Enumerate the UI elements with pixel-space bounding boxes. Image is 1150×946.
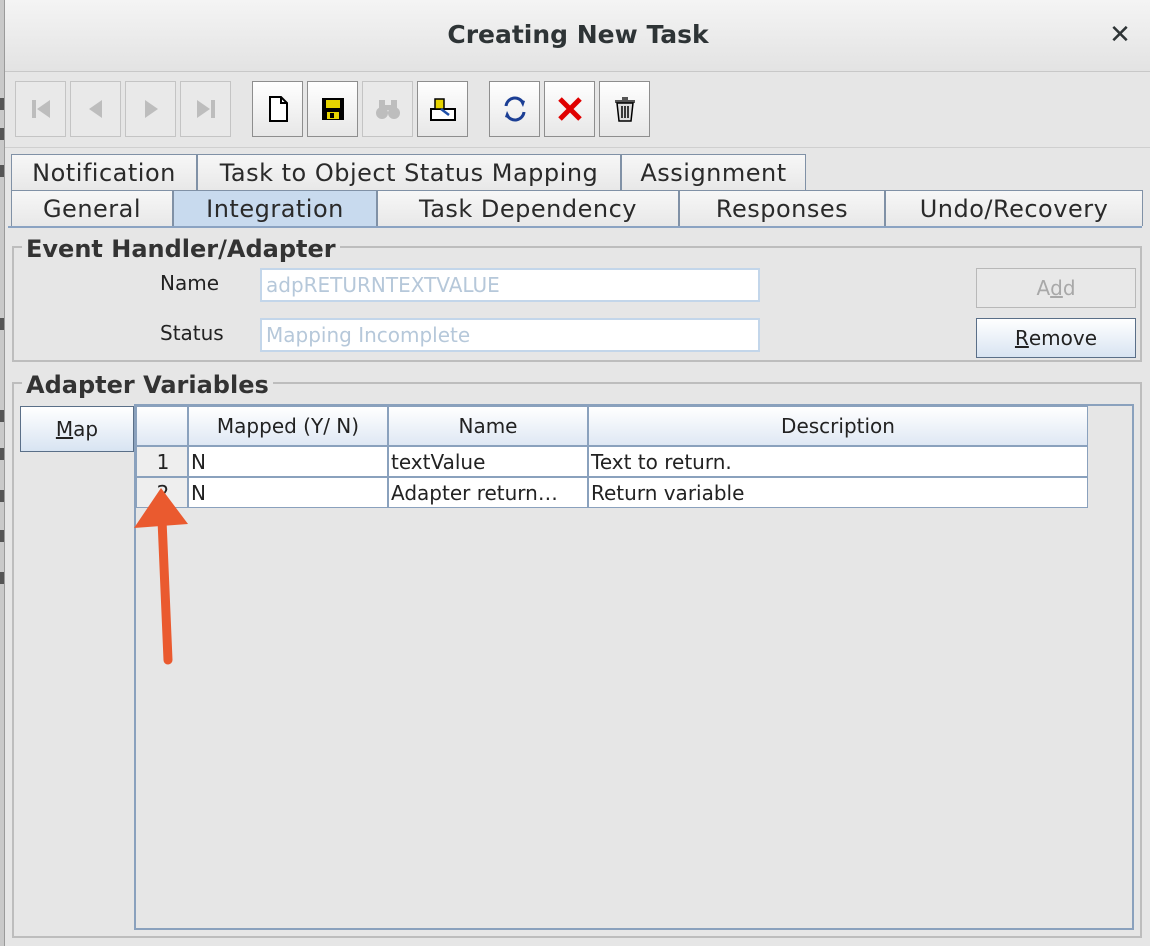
delete-button[interactable] bbox=[599, 81, 650, 137]
new-document-icon bbox=[268, 96, 288, 122]
tab-general[interactable]: General bbox=[11, 190, 173, 226]
name-column-header[interactable]: Name bbox=[388, 406, 588, 446]
tab-responses[interactable]: Responses bbox=[679, 190, 885, 226]
adapter-name-field[interactable]: adpRETURNTEXTVALUE bbox=[260, 268, 760, 302]
tab-integration[interactable]: Integration bbox=[173, 190, 377, 226]
previous-record-button[interactable] bbox=[70, 81, 121, 137]
trash-icon bbox=[614, 97, 635, 122]
last-record-button[interactable] bbox=[180, 81, 231, 137]
name-label: Name bbox=[160, 271, 220, 295]
adapter-variables-title: Adapter Variables bbox=[22, 371, 273, 399]
row-number-header bbox=[136, 406, 188, 446]
cancel-button[interactable] bbox=[544, 81, 595, 137]
event-handler-title: Event Handler/Adapter bbox=[22, 235, 340, 263]
last-record-icon bbox=[196, 100, 215, 118]
assign-button[interactable] bbox=[417, 81, 468, 137]
tab-strip-divider bbox=[8, 226, 1142, 228]
adapter-status-field[interactable]: Mapping Incomplete bbox=[260, 318, 760, 352]
title-bar: Creating New Task ✕ bbox=[5, 0, 1150, 72]
window-title: Creating New Task bbox=[447, 20, 709, 49]
save-button[interactable] bbox=[307, 81, 358, 137]
first-record-button[interactable] bbox=[15, 81, 66, 137]
tab-assignment[interactable]: Assignment bbox=[621, 154, 806, 190]
description-column-header[interactable]: Description bbox=[588, 406, 1088, 446]
tab-undo-recovery[interactable]: Undo/Recovery bbox=[885, 190, 1143, 226]
close-button[interactable]: ✕ bbox=[1105, 18, 1135, 52]
row-number[interactable]: 2 bbox=[136, 477, 188, 508]
first-record-icon bbox=[31, 100, 50, 118]
refresh-icon bbox=[504, 96, 525, 122]
delete-x-icon bbox=[557, 97, 582, 121]
table-cell-name[interactable]: textValue bbox=[388, 446, 588, 477]
find-button[interactable] bbox=[362, 81, 413, 137]
binoculars-icon bbox=[375, 100, 400, 119]
table-cell-name[interactable]: Adapter return… bbox=[388, 477, 588, 508]
toolbar bbox=[5, 72, 1150, 148]
tab-task-dependency[interactable]: Task Dependency bbox=[377, 190, 679, 226]
table-cell-description[interactable]: Text to return. bbox=[588, 446, 1088, 477]
save-icon bbox=[321, 98, 344, 120]
next-record-icon bbox=[144, 100, 158, 118]
table-cell-mapped[interactable]: N bbox=[188, 477, 388, 508]
row-number[interactable]: 1 bbox=[136, 446, 188, 477]
add-button[interactable]: Add bbox=[976, 268, 1136, 308]
map-button[interactable]: Map bbox=[20, 406, 134, 452]
status-label: Status bbox=[160, 321, 224, 345]
table-cell-description[interactable]: Return variable bbox=[588, 477, 1088, 508]
refresh-button[interactable] bbox=[489, 81, 540, 137]
assign-icon bbox=[429, 98, 456, 121]
next-record-button[interactable] bbox=[125, 81, 176, 137]
new-task-button[interactable] bbox=[252, 81, 303, 137]
remove-button[interactable]: Remove bbox=[976, 318, 1136, 358]
mapped-column-header[interactable]: Mapped (Y/ N) bbox=[188, 406, 388, 446]
tab-task-to-object-status-mapping[interactable]: Task to Object Status Mapping bbox=[197, 154, 621, 190]
previous-record-icon bbox=[88, 100, 102, 118]
table-cell-mapped[interactable]: N bbox=[188, 446, 388, 477]
tab-notification[interactable]: Notification bbox=[11, 154, 197, 190]
